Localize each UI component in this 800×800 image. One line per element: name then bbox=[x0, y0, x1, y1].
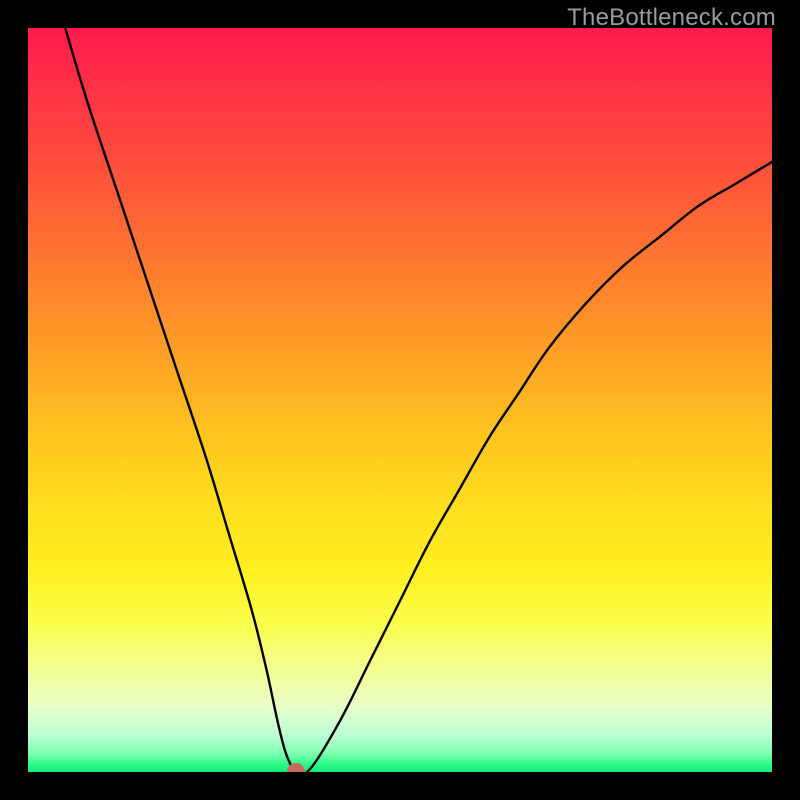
chart-frame: TheBottleneck.com bbox=[0, 0, 800, 800]
attribution-label: TheBottleneck.com bbox=[567, 4, 776, 32]
plot-area bbox=[28, 28, 772, 772]
bottleneck-curve bbox=[28, 28, 772, 772]
